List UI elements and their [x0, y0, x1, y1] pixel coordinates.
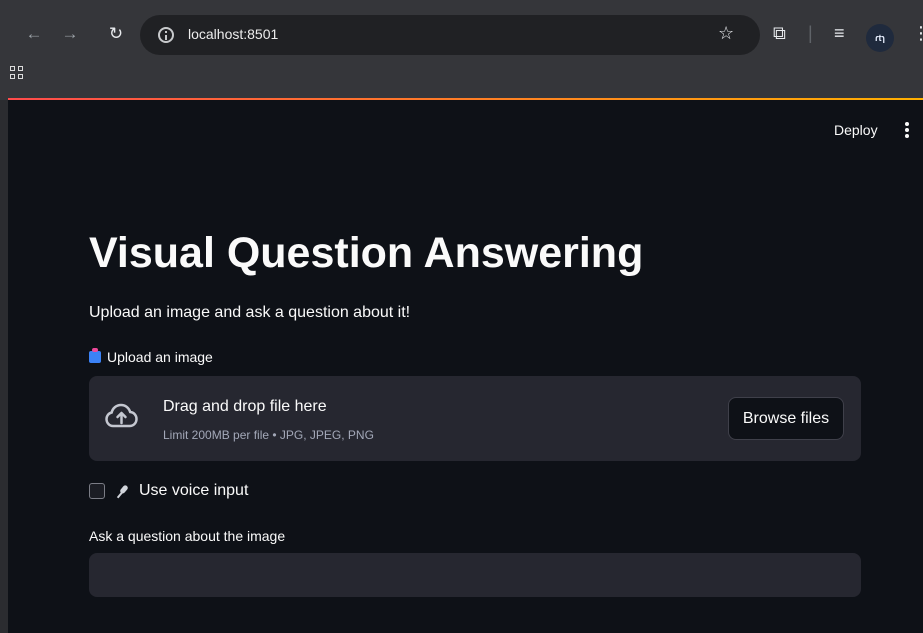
info-icon[interactable] [158, 27, 174, 43]
forward-arrow-icon[interactable]: → [58, 22, 82, 46]
url-text: localhost:8501 [188, 26, 279, 42]
toolbar-divider: | [808, 23, 813, 43]
page-title: Visual Question Answering [89, 229, 644, 277]
reading-list-icon[interactable]: ≡ [834, 21, 845, 45]
star-icon[interactable]: ☆ [718, 21, 734, 45]
extensions-icon[interactable]: ⧉ [773, 21, 786, 45]
upload-label-text: Upload an image [107, 349, 213, 365]
camera-icon [89, 348, 101, 363]
dropzone-instruction: Drag and drop file here [163, 398, 327, 415]
reload-icon[interactable]: ↻ [104, 22, 128, 46]
back-arrow-icon[interactable]: ← [22, 22, 46, 46]
question-label: Ask a question about the image [89, 528, 286, 544]
voice-input-option[interactable]: Use voice input [89, 482, 248, 500]
more-options-icon[interactable] [905, 122, 909, 138]
profile-avatar[interactable]: ɾtɿ [866, 24, 894, 52]
file-dropzone[interactable]: Drag and drop file here Limit 200MB per … [89, 376, 861, 461]
address-bar[interactable]: localhost:8501 [140, 15, 760, 55]
page-subtitle: Upload an image and ask a question about… [89, 304, 411, 321]
apps-grid-icon[interactable] [10, 66, 26, 82]
window-left-edge [0, 100, 8, 633]
microphone-icon [112, 481, 132, 501]
voice-input-label: Use voice input [139, 482, 249, 499]
upload-label: Upload an image [89, 348, 213, 365]
browse-files-button[interactable]: Browse files [728, 397, 844, 440]
voice-input-checkbox[interactable] [89, 483, 105, 499]
file-limit-text: Limit 200MB per file • JPG, JPEG, PNG [163, 428, 374, 442]
deploy-button[interactable]: Deploy [834, 122, 878, 138]
browser-toolbar: ← → ↻ localhost:8501 ☆ ⧉ | ≡ ɾtɿ ⋮ [8, 7, 923, 62]
question-input[interactable] [89, 553, 861, 597]
cloud-upload-icon [105, 403, 138, 428]
menu-dots-icon[interactable]: ⋮ [912, 21, 923, 45]
streamlit-page: Deploy Visual Question Answering Upload … [8, 100, 923, 633]
